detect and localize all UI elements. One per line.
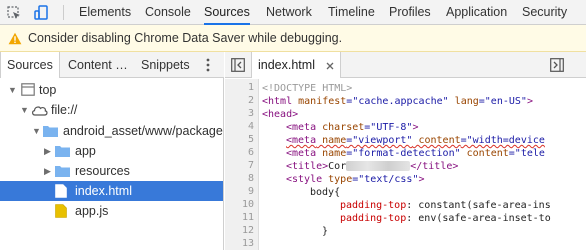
collapse-arrow-icon[interactable]: ▶ xyxy=(44,146,51,157)
tab-security[interactable]: Security xyxy=(522,0,567,25)
line-number: 4 xyxy=(247,121,254,132)
tree-item-resources-folder[interactable]: ▶ resources xyxy=(0,161,223,181)
js-file-icon xyxy=(55,204,67,221)
devtools-toolbar: Elements Console Sources Network Timelin… xyxy=(0,0,586,25)
folder-icon xyxy=(43,125,58,140)
code-line: <meta charset="UTF-8"> xyxy=(286,122,419,133)
line-number: 5 xyxy=(247,134,254,145)
sources-navigator: Sources Content … Snippets ▼ top ▼ file:… xyxy=(0,52,224,250)
editor-file-tab-label: index.html xyxy=(258,58,315,72)
line-number: 6 xyxy=(247,147,254,158)
line-number: 3 xyxy=(247,108,254,119)
code-line: <head> xyxy=(262,109,299,120)
line-number-gutter: 1 2 3 4 5 6 7 8 9 10 11 12 13 xyxy=(225,79,259,250)
redacted-text xyxy=(346,161,411,171)
warning-icon xyxy=(8,32,22,45)
toggle-navigator-icon[interactable] xyxy=(231,58,245,75)
code-line: padding-top: env(safe-area-inset-to xyxy=(340,213,551,224)
line-number: 9 xyxy=(247,186,254,197)
inspect-element-icon[interactable] xyxy=(6,0,22,25)
line-number: 2 xyxy=(247,95,254,106)
toolbar-divider xyxy=(63,5,64,20)
tree-item-label: android_asset/www/package xyxy=(63,124,223,138)
code-line: } xyxy=(322,226,329,237)
code-area[interactable]: <!DOCTYPE HTML> <html manifest="cache.ap… xyxy=(262,79,586,250)
code-line: <title>Cor </title> xyxy=(286,161,459,172)
tab-console[interactable]: Console xyxy=(145,0,191,25)
code-line: <meta name="format-detection" content="t… xyxy=(286,148,545,159)
frame-icon xyxy=(21,83,35,99)
nav-tab-snippets[interactable]: Snippets xyxy=(141,52,190,78)
tree-item-app-js[interactable]: app.js xyxy=(0,201,223,221)
line-number: 11 xyxy=(241,212,254,223)
code-line: padding-top: constant(safe-area-ins xyxy=(340,200,551,211)
tab-application[interactable]: Application xyxy=(446,0,507,25)
toggle-debugger-icon[interactable] xyxy=(550,58,564,75)
warning-message: Consider disabling Chrome Data Saver whi… xyxy=(28,31,343,45)
tree-item-file-origin[interactable]: ▼ file:// xyxy=(0,100,223,120)
line-number: 7 xyxy=(247,160,254,171)
line-number: 13 xyxy=(241,238,254,249)
tree-item-label: top xyxy=(39,83,57,97)
code-line: body{ xyxy=(310,187,341,198)
tree-item-label: app.js xyxy=(75,204,109,218)
tab-elements[interactable]: Elements xyxy=(79,0,131,25)
expand-arrow-icon[interactable]: ▼ xyxy=(20,105,29,115)
code-line: <!DOCTYPE HTML> xyxy=(262,83,353,94)
more-options-icon[interactable] xyxy=(206,58,210,75)
tree-item-label: resources xyxy=(75,164,130,178)
code-line: <html manifest="cache.appcache" lang="en… xyxy=(262,96,533,107)
line-number: 10 xyxy=(241,199,254,210)
folder-icon xyxy=(55,165,70,180)
tree-item-app-folder[interactable]: ▶ app xyxy=(0,141,223,161)
tree-item-index-html[interactable]: index.html xyxy=(0,181,223,201)
code-line-with-warning: <meta name="viewport" content="width=dev… xyxy=(286,135,545,146)
close-tab-icon[interactable] xyxy=(326,53,334,79)
tree-item-label: file:// xyxy=(51,103,78,117)
tab-timeline[interactable]: Timeline xyxy=(328,0,375,25)
line-number: 8 xyxy=(247,173,254,184)
navigator-tabs: Sources Content … Snippets xyxy=(0,52,224,78)
collapse-arrow-icon[interactable]: ▶ xyxy=(44,166,51,177)
cloud-icon xyxy=(31,104,48,119)
data-saver-warning: Consider disabling Chrome Data Saver whi… xyxy=(0,25,586,52)
tree-item-label: index.html xyxy=(75,184,132,198)
tree-item-label: app xyxy=(75,144,96,158)
folder-icon xyxy=(55,145,70,160)
line-number: 1 xyxy=(247,82,254,93)
code-line: <style type="text/css"> xyxy=(286,174,425,185)
nav-tab-content-scripts[interactable]: Content … xyxy=(68,52,128,78)
source-editor: index.html 1 2 3 4 5 6 7 8 9 10 11 12 13… xyxy=(225,52,586,250)
tree-item-top[interactable]: ▼ top xyxy=(0,80,223,100)
html-file-icon xyxy=(55,184,67,201)
line-number: 12 xyxy=(241,225,254,236)
expand-arrow-icon[interactable]: ▼ xyxy=(32,126,41,136)
tab-network[interactable]: Network xyxy=(266,0,312,25)
editor-file-tab[interactable]: index.html xyxy=(251,52,342,79)
expand-arrow-icon[interactable]: ▼ xyxy=(8,85,17,95)
nav-tab-sources[interactable]: Sources xyxy=(0,52,60,78)
tab-sources[interactable]: Sources xyxy=(204,0,250,25)
device-toolbar-icon[interactable] xyxy=(32,0,50,25)
editor-tab-bar: index.html xyxy=(225,52,586,78)
tab-profiles[interactable]: Profiles xyxy=(389,0,431,25)
tree-item-package-folder[interactable]: ▼ android_asset/www/package xyxy=(0,121,223,141)
